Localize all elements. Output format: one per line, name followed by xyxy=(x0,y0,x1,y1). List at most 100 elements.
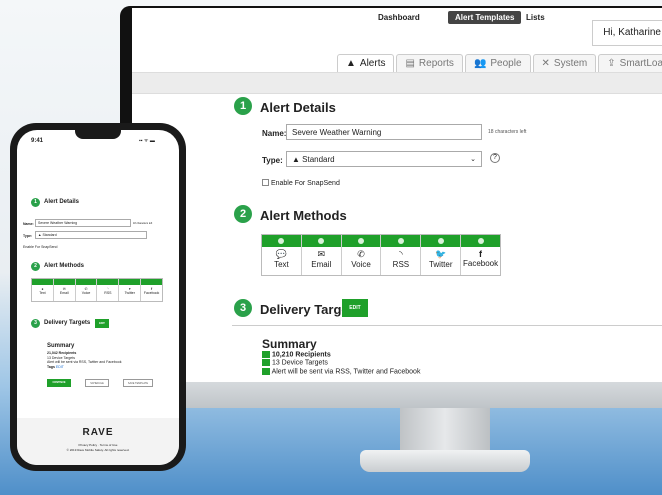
phone-notch xyxy=(75,130,121,139)
method-email[interactable]: ✉ Email xyxy=(53,279,76,301)
method-toggle[interactable] xyxy=(381,235,421,247)
loader-icon: ⇪ xyxy=(607,57,616,69)
schedule-button[interactable]: SCHEDULE xyxy=(85,379,109,387)
method-label: Text xyxy=(274,260,289,269)
toggle-dot xyxy=(318,238,325,244)
device-targets: 13 Device Targets xyxy=(271,359,328,367)
method-toggle[interactable] xyxy=(262,235,301,247)
method-toggle[interactable] xyxy=(421,235,461,247)
method-rss[interactable]: ◝ RSS xyxy=(381,235,422,275)
step-number-1: 1 xyxy=(234,97,252,115)
copyright: © 2019 Rave Mobile Safety. All rights re… xyxy=(66,448,130,452)
toggle-dot xyxy=(477,238,484,244)
method-rss[interactable]: ◝ RSS xyxy=(97,279,120,301)
method-toggle[interactable] xyxy=(75,279,97,285)
tab-smartloader[interactable]: ⇪SmartLoader xyxy=(598,54,662,72)
summary-details: 10,210 Recipients 13 Device Targets Aler… xyxy=(262,351,420,376)
phone-icon: ✆ xyxy=(357,249,365,259)
envelope-icon: ✉ xyxy=(317,249,326,259)
subnav-lists[interactable]: Lists xyxy=(526,13,545,22)
desktop-screen: Hi, Katharine ▲ Alerts ▤ Reports 👥 People ✕… xyxy=(132,8,662,382)
alert-methods-table: 💬 Text ✉ Email ✆ Voice ◝ RSS 🐦 Twitter f Faceb… xyxy=(261,234,501,276)
chars-left-hint: 18 characters left xyxy=(133,222,153,225)
recipients-count: 21,042 Recipients xyxy=(47,351,77,355)
status-icons: ▪▪ ᯤ ▬ xyxy=(139,138,155,144)
type-select[interactable]: ▲ Standard xyxy=(35,231,147,239)
summary-details: 21,042 Recipients 13 Device Targets Aler… xyxy=(47,351,121,369)
method-label: Twitter xyxy=(124,291,135,295)
name-input[interactable]: Severe Weather Warning xyxy=(35,219,131,227)
method-twitter[interactable]: 🐦 Twitter xyxy=(421,235,462,275)
method-toggle[interactable] xyxy=(461,235,500,247)
name-label: Name: xyxy=(262,129,287,138)
phone-footer xyxy=(17,418,179,465)
divider xyxy=(232,325,662,326)
method-facebook[interactable]: f Facebook xyxy=(461,235,500,275)
help-icon[interactable]: ? xyxy=(490,153,500,163)
method-email[interactable]: ✉ Email xyxy=(301,235,342,275)
method-toggle[interactable] xyxy=(141,279,162,285)
recipients-label: Recipients xyxy=(295,351,331,359)
type-label: Type: xyxy=(262,156,283,165)
method-voice[interactable]: ✆ Voice xyxy=(341,235,382,275)
method-label: Facebook xyxy=(462,259,499,268)
edit-targets-button[interactable]: EDIT xyxy=(95,319,109,328)
edit-targets-button[interactable]: EDIT xyxy=(342,299,368,317)
tab-reports-label: Reports xyxy=(418,57,454,69)
alert-details-heading: Alert Details xyxy=(44,199,80,205)
name-input[interactable]: Severe Weather Warning xyxy=(286,124,482,140)
method-label: Email xyxy=(311,260,332,269)
chevron-down-icon: ⌄ xyxy=(470,156,476,163)
alert-methods-heading: Alert Methods xyxy=(44,263,85,269)
method-label: Email xyxy=(59,291,69,295)
method-toggle[interactable] xyxy=(53,279,75,285)
status-time: 9:41 xyxy=(31,138,44,144)
method-label: Voice xyxy=(81,291,91,295)
method-label: Twitter xyxy=(428,260,453,269)
name-input-value: Severe Weather Warning xyxy=(292,127,382,137)
tab-alerts-label: Alerts xyxy=(359,57,386,69)
tab-people[interactable]: 👥 People xyxy=(464,54,531,72)
method-text[interactable]: ● Text xyxy=(32,279,54,301)
reports-icon: ▤ xyxy=(405,57,415,69)
snapsend-option[interactable]: Enable For SnapSend xyxy=(23,245,57,249)
type-select[interactable]: ▲ Standard ⌄ xyxy=(286,151,482,167)
summary-title: Summary xyxy=(262,337,317,351)
step-number-3: 3 xyxy=(31,319,40,328)
snapsend-checkbox[interactable] xyxy=(262,179,269,186)
monitor-chin xyxy=(120,378,662,408)
method-facebook[interactable]: f Facebook xyxy=(141,279,162,301)
name-label: Name: xyxy=(23,222,34,226)
snapsend-option[interactable]: Enable For SnapSend xyxy=(262,179,340,187)
footer-links[interactable]: Privacy Policy · Terms of Use xyxy=(17,443,179,447)
speech-bubble-icon: 💬 xyxy=(275,249,288,259)
method-toggle[interactable] xyxy=(32,279,53,285)
monitor-stand-neck xyxy=(400,408,490,453)
tab-reports[interactable]: ▤ Reports xyxy=(396,54,463,72)
save-template-button[interactable]: SAVE TEMPLATE xyxy=(123,379,153,387)
step-number-1: 1 xyxy=(31,198,40,207)
user-greeting[interactable]: Hi, Katharine xyxy=(592,20,662,46)
alert-details-heading: Alert Details xyxy=(260,100,336,115)
method-toggle[interactable] xyxy=(341,235,381,247)
subnav-dashboard[interactable]: Dashboard xyxy=(378,13,420,22)
monitor-stand-base xyxy=(360,450,530,472)
method-twitter[interactable]: ▾ Twitter xyxy=(119,279,142,301)
tab-alerts[interactable]: ▲ Alerts xyxy=(337,54,395,72)
sub-navigation xyxy=(132,72,662,94)
method-voice[interactable]: ✆ Voice xyxy=(75,279,98,301)
continue-button[interactable]: CONTINUE xyxy=(47,379,71,387)
tags-edit-link[interactable]: EDIT xyxy=(56,365,64,369)
recipients-count: 10,210 xyxy=(271,351,294,359)
method-text[interactable]: 💬 Text xyxy=(262,235,302,275)
method-toggle[interactable] xyxy=(301,235,341,247)
method-toggle[interactable] xyxy=(97,279,119,285)
method-toggle[interactable] xyxy=(119,279,141,285)
method-label: Facebook xyxy=(143,291,160,295)
toggle-dot xyxy=(397,238,404,244)
method-label: RSS xyxy=(104,291,112,295)
tab-system[interactable]: ✕ System xyxy=(532,54,597,72)
step-number-2: 2 xyxy=(234,205,252,223)
subnav-alert-templates[interactable]: Alert Templates xyxy=(448,11,522,24)
rss-icon: ◝ xyxy=(399,249,403,259)
